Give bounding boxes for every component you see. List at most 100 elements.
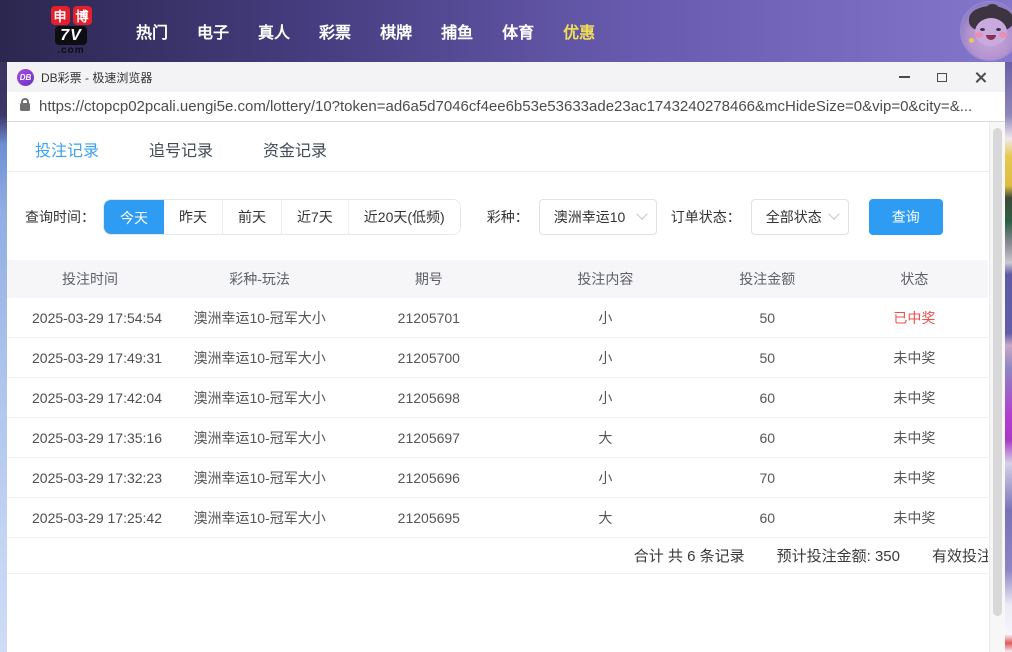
cell-bet-time: 2025-03-29 17:25:42 <box>32 509 162 526</box>
cell-amount: 70 <box>759 469 776 486</box>
page-background-right-edge <box>1005 62 1012 652</box>
time-filter-label: 查询时间： <box>25 209 95 225</box>
window-controls <box>885 62 999 92</box>
browser-titlebar[interactable]: DB DB彩票 - 极速浏览器 <box>7 62 1005 92</box>
col-bet-time: 投注时间 <box>62 271 118 287</box>
close-icon <box>975 72 986 83</box>
nav-item-fishing[interactable]: 捕鱼 <box>441 19 473 43</box>
cell-amount: 50 <box>759 349 776 366</box>
avatar-bun <box>986 4 999 14</box>
status-select-value: 全部状态 <box>765 209 822 225</box>
cell-content: 小 <box>598 349 613 366</box>
table-row: 2025-03-29 17:25:42 澳洲幸运10-冠军大小 21205695… <box>7 498 988 538</box>
vertical-scrollbar[interactable] <box>989 122 1005 652</box>
close-button[interactable] <box>961 62 999 92</box>
summary-total: 合计 共 6 条记录 <box>633 548 745 565</box>
bet-records-table: 投注时间 彩种-玩法 期号 投注内容 投注金额 状态 2025-03-29 17… <box>7 260 988 574</box>
scrollbar-thumb[interactable] <box>993 128 1002 616</box>
col-content: 投注内容 <box>577 271 634 287</box>
logo-square-2: 博 <box>72 6 92 25</box>
lottery-select[interactable]: 澳洲幸运10 <box>538 199 657 235</box>
time-option-today[interactable]: 今天 <box>104 200 164 234</box>
cell-issue: 21205701 <box>397 309 460 326</box>
nav-item-slots[interactable]: 电子 <box>197 19 229 43</box>
record-tabs: 投注记录 追号记录 资金记录 <box>7 122 1005 172</box>
cell-issue: 21205700 <box>397 349 460 366</box>
tab-bet-records[interactable]: 投注记录 <box>29 137 105 171</box>
chevron-down-icon <box>636 208 648 220</box>
table-header: 投注时间 彩种-玩法 期号 投注内容 投注金额 状态 <box>7 260 988 298</box>
order-status-select[interactable]: 全部状态 <box>750 199 849 235</box>
cell-amount: 50 <box>759 309 776 326</box>
table-row: 2025-03-29 17:35:16 澳洲幸运10-冠军大小 21205697… <box>7 418 988 458</box>
url-text[interactable]: https://ctopcp02pcali.uengi5e.com/lotter… <box>39 98 972 115</box>
cell-issue: 21205695 <box>397 509 460 526</box>
col-issue: 期号 <box>414 271 443 287</box>
cell-status: 已中奖 <box>893 309 936 326</box>
cell-amount: 60 <box>759 389 776 406</box>
cell-game: 澳洲幸运10-冠军大小 <box>193 309 326 326</box>
cell-status: 未中奖 <box>893 349 936 366</box>
cell-status: 未中奖 <box>893 429 936 446</box>
nav-item-live[interactable]: 真人 <box>258 19 290 43</box>
avatar-eye <box>996 28 1001 31</box>
lottery-select-value: 澳洲幸运10 <box>553 209 626 225</box>
favicon-db-icon: DB <box>17 68 34 86</box>
cell-bet-time: 2025-03-29 17:35:16 <box>32 429 162 446</box>
time-option-7days[interactable]: 近7天 <box>281 200 348 234</box>
time-option-20days[interactable]: 近20天(低频) <box>347 200 460 234</box>
lock-icon[interactable] <box>20 97 30 111</box>
tab-label: 追号记录 <box>148 143 213 160</box>
col-amount: 投注金额 <box>739 271 796 287</box>
table-row: 2025-03-29 17:54:54 澳洲幸运10-冠军大小 21205701… <box>7 298 988 338</box>
cell-game: 澳洲幸运10-冠军大小 <box>193 389 326 406</box>
page-background-left-edge <box>0 62 7 652</box>
cell-status: 未中奖 <box>893 509 936 526</box>
chevron-down-icon <box>828 208 840 220</box>
table-row: 2025-03-29 17:49:31 澳洲幸运10-冠军大小 21205700… <box>7 338 988 378</box>
maximize-icon <box>937 72 947 82</box>
nav-item-chess[interactable]: 棋牌 <box>380 19 412 43</box>
time-option-day-before[interactable]: 前天 <box>222 200 281 234</box>
time-option-yesterday[interactable]: 昨天 <box>164 200 222 234</box>
cell-amount: 60 <box>759 509 776 526</box>
site-logo[interactable]: 申 博 7V .com <box>34 6 108 56</box>
window-title: DB彩票 - 极速浏览器 <box>41 70 153 85</box>
summary-expected-amount: 预计投注金额: 350 <box>776 548 900 565</box>
cell-bet-time: 2025-03-29 17:42:04 <box>32 389 162 406</box>
maximize-button[interactable] <box>923 62 961 92</box>
cell-bet-time: 2025-03-29 17:32:23 <box>32 469 162 486</box>
cell-game: 澳洲幸运10-冠军大小 <box>193 429 326 446</box>
cell-content: 小 <box>598 389 613 406</box>
tab-fund-records[interactable]: 资金记录 <box>257 137 333 171</box>
browser-window: DB DB彩票 - 极速浏览器 https://ctopcp02pcali.ue… <box>7 62 1005 652</box>
nav-item-promo[interactable]: 优惠 <box>563 19 595 43</box>
nav-item-hot[interactable]: 热门 <box>136 19 168 43</box>
main-nav: 热门 电子 真人 彩票 棋牌 捕鱼 体育 优惠 <box>136 19 595 43</box>
cell-content: 大 <box>598 509 613 526</box>
col-status: 状态 <box>900 271 929 287</box>
search-button[interactable]: 查询 <box>868 199 943 235</box>
avatar-earring <box>969 38 974 43</box>
tab-chase-records[interactable]: 追号记录 <box>143 137 219 171</box>
cell-status: 未中奖 <box>893 389 936 406</box>
minimize-icon <box>898 76 910 78</box>
cell-game: 澳洲幸运10-冠军大小 <box>193 349 326 366</box>
page-content: 投注记录 追号记录 资金记录 查询时间： 今天 昨天 前天 近7天 近20天(低… <box>7 122 1005 652</box>
avatar-cheek <box>999 32 1007 38</box>
table-summary: 合计 共 6 条记录 预计投注金额: 350 有效投注金 <box>7 538 988 574</box>
cell-issue: 21205697 <box>397 429 460 446</box>
logo-com: .com <box>57 45 85 56</box>
cell-issue: 21205698 <box>397 389 460 406</box>
tab-label: 资金记录 <box>262 143 327 160</box>
nav-item-sports[interactable]: 体育 <box>502 19 534 43</box>
avatar-cheek <box>975 32 983 38</box>
cell-bet-time: 2025-03-29 17:49:31 <box>32 349 162 366</box>
summary-valid-amount: 有效投注金 <box>932 548 988 565</box>
user-avatar[interactable] <box>960 1 1012 61</box>
address-bar[interactable]: https://ctopcp02pcali.uengi5e.com/lotter… <box>7 92 1005 122</box>
table-row: 2025-03-29 17:32:23 澳洲幸运10-冠军大小 21205696… <box>7 458 988 498</box>
nav-item-lottery[interactable]: 彩票 <box>319 19 351 43</box>
minimize-button[interactable] <box>885 62 923 92</box>
site-header: 申 博 7V .com 热门 电子 真人 彩票 棋牌 捕鱼 体育 优惠 <box>0 0 1012 62</box>
